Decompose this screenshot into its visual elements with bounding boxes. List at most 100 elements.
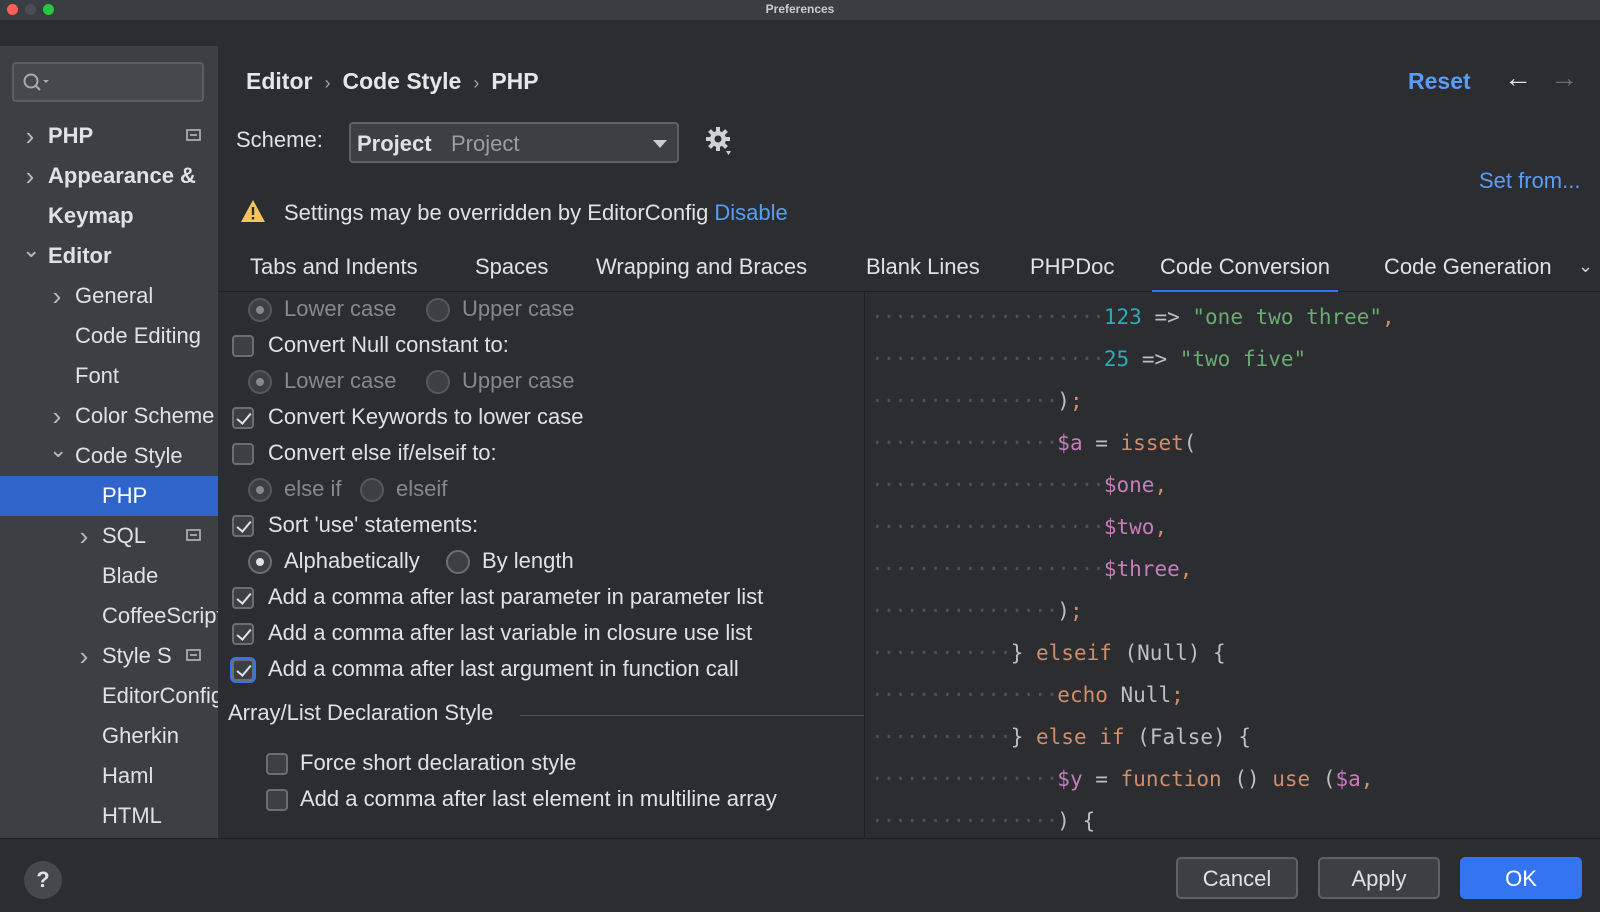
tab-blank-lines[interactable]: Blank Lines xyxy=(866,254,980,280)
radio-lower-case-1[interactable] xyxy=(248,298,272,322)
forward-arrow-icon[interactable]: → xyxy=(1550,62,1578,94)
comma-arg-option[interactable]: Add a comma after last argument in funct… xyxy=(232,656,852,686)
sidebar-item-code-style[interactable]: ⌄ Code Style xyxy=(0,436,218,476)
settings-tree: ›PHP›Appearance &Keymap⌄Editor›GeneralCo… xyxy=(0,116,218,836)
tab-phpdoc[interactable]: PHPDoc xyxy=(1030,254,1114,280)
settings-sidebar: ›PHP›Appearance &Keymap⌄Editor›GeneralCo… xyxy=(0,46,218,838)
chevron-right-icon[interactable]: › xyxy=(22,116,38,156)
code-line: ····················$one, xyxy=(871,464,1167,506)
tab-spaces[interactable]: Spaces xyxy=(475,254,548,280)
sidebar-item-color-scheme[interactable]: ›Color Scheme xyxy=(0,396,218,436)
sidebar-item-blade[interactable]: Blade xyxy=(0,556,218,596)
radio-lower-case-2[interactable] xyxy=(248,370,272,394)
sidebar-item-gherkin[interactable]: Gherkin xyxy=(0,716,218,756)
sidebar-item-label: Color Scheme xyxy=(75,396,214,436)
breadcrumb-code-style[interactable]: Code Style xyxy=(342,68,461,94)
sort-use-checkbox[interactable] xyxy=(232,515,254,537)
code-line: ················); xyxy=(871,590,1083,632)
disable-editorconfig-link[interactable]: Disable xyxy=(714,200,787,225)
apply-button[interactable]: Apply xyxy=(1318,857,1440,899)
convert-null-option[interactable]: Convert Null constant to: xyxy=(232,332,852,362)
chevron-right-icon[interactable]: › xyxy=(49,276,65,316)
tab-code-conversion[interactable]: Code Conversion xyxy=(1160,254,1330,280)
chevron-right-icon[interactable]: › xyxy=(76,636,92,676)
comma-closure-checkbox[interactable] xyxy=(232,623,254,645)
scheme-dropdown[interactable]: Project Project xyxy=(349,122,679,163)
project-level-icon xyxy=(186,649,201,661)
radio-else-if[interactable] xyxy=(248,478,272,502)
radio-upper-case-1[interactable] xyxy=(426,298,450,322)
reset-link[interactable]: Reset xyxy=(1408,68,1471,95)
sidebar-item-general[interactable]: ›General xyxy=(0,276,218,316)
radio-alphabetically[interactable] xyxy=(248,550,272,574)
sort-use-option[interactable]: Sort 'use' statements: xyxy=(232,512,852,542)
sidebar-item-editorconfig[interactable]: EditorConfig xyxy=(0,676,218,716)
checkbox-label: Add a comma after last argument in funct… xyxy=(268,656,739,682)
back-arrow-icon[interactable]: ← xyxy=(1504,62,1532,94)
sidebar-item-label: Haml xyxy=(102,756,153,796)
sidebar-item-style-s[interactable]: ›Style S xyxy=(0,636,218,676)
set-from-link[interactable]: Set from... xyxy=(1479,168,1580,194)
project-level-icon xyxy=(186,129,201,141)
checkbox-label: Convert Null constant to: xyxy=(268,332,509,358)
convert-else-option[interactable]: Convert else if/elseif to: xyxy=(232,440,852,470)
help-icon[interactable]: ? xyxy=(24,861,62,899)
ok-button[interactable]: OK xyxy=(1460,857,1582,899)
keywords-lower-checkbox[interactable] xyxy=(232,407,254,429)
checkbox-label: Force short declaration style xyxy=(300,750,576,776)
sidebar-item-font[interactable]: Font xyxy=(0,356,218,396)
tab-wrapping-and-braces[interactable]: Wrapping and Braces xyxy=(596,254,807,280)
sidebar-item-appearance[interactable]: ›Appearance & xyxy=(0,156,218,196)
sidebar-item-label: Code Style xyxy=(75,436,183,476)
radio-label: By length xyxy=(482,548,574,574)
sidebar-item-label: CoffeeScript xyxy=(102,596,218,636)
cancel-button[interactable]: Cancel xyxy=(1176,857,1298,899)
comma-closure-option[interactable]: Add a comma after last variable in closu… xyxy=(232,620,852,650)
radio-label: Upper case xyxy=(462,368,575,394)
sidebar-item-editor[interactable]: ⌄Editor xyxy=(0,236,218,276)
sidebar-item-label: EditorConfig xyxy=(102,676,218,716)
comma-array-option[interactable]: Add a comma after last element in multil… xyxy=(266,786,856,816)
tabs-overflow-chevron-icon[interactable]: ⌄ xyxy=(1578,256,1593,277)
sidebar-item-haml[interactable]: Haml xyxy=(0,756,218,796)
short-declaration-checkbox[interactable] xyxy=(266,753,288,775)
sidebar-item-html[interactable]: HTML xyxy=(0,796,218,836)
keywords-lower-option[interactable]: Convert Keywords to lower case xyxy=(232,404,852,434)
tab-tabs-and-indents[interactable]: Tabs and Indents xyxy=(250,254,418,280)
code-line: ····················$three, xyxy=(871,548,1192,590)
convert-else-checkbox[interactable] xyxy=(232,443,254,465)
chevron-down-icon[interactable]: ⌄ xyxy=(49,436,65,470)
radio-upper-case-2[interactable] xyxy=(426,370,450,394)
sidebar-item-coffeescript[interactable]: CoffeeScript xyxy=(0,596,218,636)
chevron-right-icon[interactable]: › xyxy=(76,516,92,556)
comma-param-option[interactable]: Add a comma after last parameter in para… xyxy=(232,584,852,614)
sidebar-item-code-editing[interactable]: Code Editing xyxy=(0,316,218,356)
gear-icon[interactable] xyxy=(706,127,736,163)
warning-icon xyxy=(240,199,266,223)
sidebar-item-php[interactable]: PHP xyxy=(0,476,218,516)
chevron-right-icon[interactable]: › xyxy=(22,156,38,196)
checkbox-label: Add a comma after last variable in closu… xyxy=(268,620,752,646)
convert-null-checkbox[interactable] xyxy=(232,335,254,357)
breadcrumb-editor[interactable]: Editor xyxy=(246,68,312,94)
tab-code-generation[interactable]: Code Generation xyxy=(1384,254,1564,280)
code-line: ················echo Null; xyxy=(871,674,1184,716)
short-declaration-option[interactable]: Force short declaration style xyxy=(266,750,856,780)
settings-search-input[interactable] xyxy=(12,62,204,102)
title-bar: Preferences xyxy=(0,0,1600,20)
comma-arg-checkbox[interactable] xyxy=(232,659,254,681)
sidebar-item-sql[interactable]: ›SQL xyxy=(0,516,218,556)
comma-array-checkbox[interactable] xyxy=(266,789,288,811)
chevron-down-icon[interactable]: ⌄ xyxy=(22,236,38,270)
sidebar-item-label: Code Editing xyxy=(75,316,201,356)
chevron-right-icon[interactable]: › xyxy=(49,396,65,436)
radio-by-length[interactable] xyxy=(446,550,470,574)
comma-param-checkbox[interactable] xyxy=(232,587,254,609)
editorconfig-warning: Settings may be overridden by EditorConf… xyxy=(240,199,788,226)
checkbox-label: Add a comma after last element in multil… xyxy=(300,786,777,812)
sidebar-item-keymap[interactable]: Keymap xyxy=(0,196,218,236)
sidebar-item-php[interactable]: ›PHP xyxy=(0,116,218,156)
radio-elseif[interactable] xyxy=(360,478,384,502)
radio-label: else if xyxy=(284,476,341,502)
code-style-tabs: Tabs and Indents Spaces Wrapping and Bra… xyxy=(218,248,1600,292)
